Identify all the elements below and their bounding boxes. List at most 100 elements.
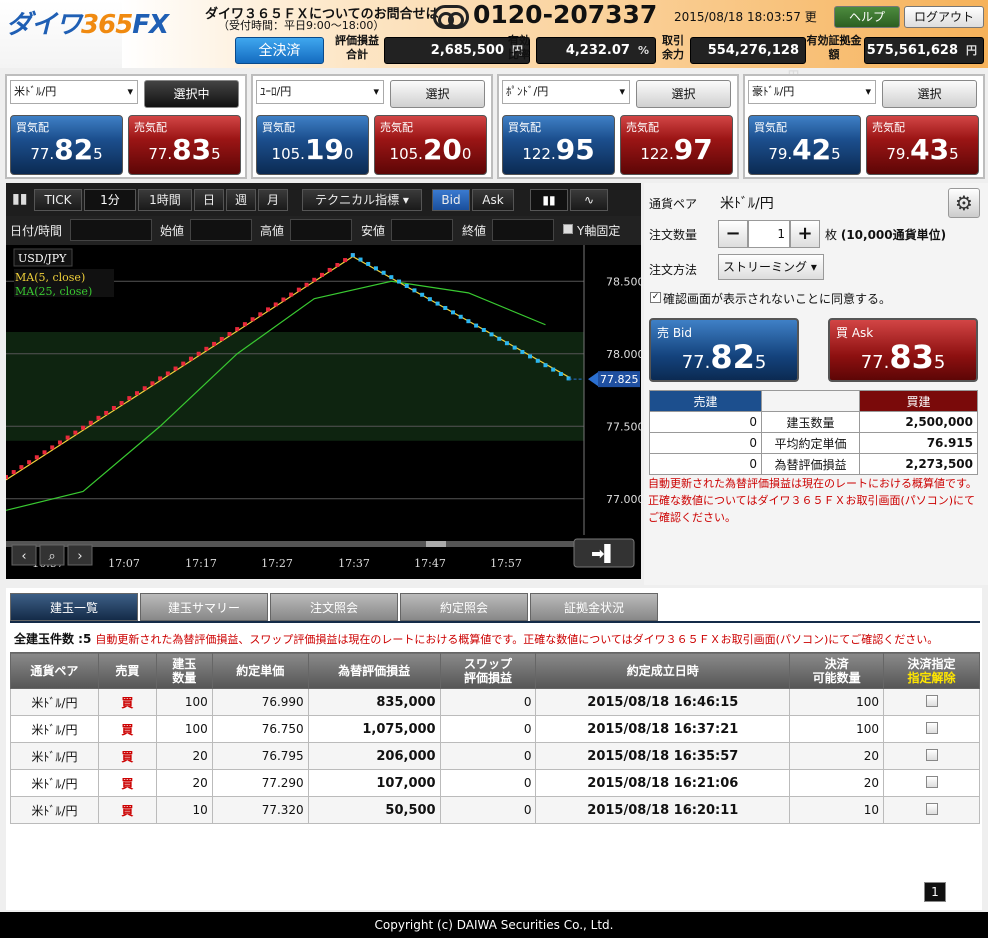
y-tick-label: 78.000 <box>606 348 641 361</box>
settle-checkbox[interactable] <box>925 748 938 761</box>
close-label: 終値 <box>462 224 487 238</box>
pair-select[interactable]: ﾎﾟﾝﾄﾞ/円 <box>502 80 630 104</box>
price-up-mark <box>289 292 294 297</box>
ask-quote-button[interactable]: 売気配 105.200 <box>374 115 487 175</box>
help-button[interactable]: ヘルプ <box>834 6 900 28</box>
settle-checkbox[interactable] <box>925 694 938 707</box>
technical-indicator-select[interactable]: テクニカル指標 ▾ <box>302 189 422 211</box>
price-down-mark <box>358 257 363 262</box>
y-axis-fix-label: Y軸固定 <box>577 224 621 238</box>
sell-bid-button[interactable]: 売 Bid 77.825 <box>649 318 799 382</box>
tab-position-summary[interactable]: 建玉サマリー <box>140 593 268 621</box>
table-cell: 10 <box>155 796 213 824</box>
settle-checkbox[interactable] <box>925 721 938 734</box>
unselect-link[interactable]: 指定解除 <box>884 671 979 685</box>
select-button[interactable]: 選択 <box>390 80 485 108</box>
price-down-mark <box>412 288 417 293</box>
bid-quote-button[interactable]: 買気配 79.425 <box>748 115 861 175</box>
bid-quote-button[interactable]: 買気配 105.190 <box>256 115 369 175</box>
low-field <box>391 219 453 241</box>
y-tick-label: 78.500 <box>606 275 641 288</box>
bid-quote-button[interactable]: 買気配 122.95 <box>502 115 615 175</box>
tab-order-inquiry[interactable]: 注文照会 <box>270 593 398 621</box>
price-down-mark <box>481 327 486 332</box>
table-cell: 0 <box>439 769 537 797</box>
price-down-mark <box>520 349 525 354</box>
table-cell: 2015/08/18 16:21:06 <box>535 769 791 797</box>
table-cell: 買 <box>97 769 157 797</box>
footer-copyright: Copyright (c) DAIWA Securities Co., Ltd. <box>0 912 988 938</box>
select-button[interactable]: 選択 <box>636 80 731 108</box>
pair-panel-eurjpy: ﾕｰﾛ/円 選択 買気配105.190 売気配105.200 <box>251 74 493 179</box>
bid-toggle[interactable]: Bid <box>432 189 470 211</box>
pair-value: 米ﾄﾞﾙ/円 <box>720 196 774 212</box>
y-axis-fix-checkbox[interactable] <box>563 224 573 234</box>
pnl-label: 評価損益合計 <box>335 34 379 61</box>
close-all-button[interactable]: 全決済 <box>235 37 324 64</box>
low-label: 安値 <box>361 224 386 238</box>
pair-select[interactable]: ﾕｰﾛ/円 <box>256 80 384 104</box>
logout-button[interactable]: ログアウト <box>904 6 984 28</box>
gear-icon[interactable]: ⚙ <box>948 188 980 218</box>
pair-select[interactable]: 豪ﾄﾞﾙ/円 <box>748 80 876 104</box>
table-cell: 835,000 <box>307 688 441 716</box>
candlestick-icon[interactable]: ▮▮ <box>530 189 568 211</box>
table-cell: 20 <box>155 769 213 797</box>
line-chart-icon[interactable]: ∿ <box>570 189 608 211</box>
current-price-arrow <box>588 372 598 387</box>
ask-quote-button[interactable]: 売気配 79.435 <box>866 115 979 175</box>
method-select[interactable]: ストリーミング ▾ <box>718 254 824 280</box>
table-cell: 2015/08/18 16:35:57 <box>535 742 791 770</box>
sell-header: 売建 <box>649 390 762 412</box>
qty-input[interactable]: 1 <box>748 220 790 248</box>
day-button[interactable]: 日 <box>194 189 224 211</box>
table-row: 米ﾄﾞﾙ/円買 100 76.750 1,075,000 0 2015/08/18 16:… <box>10 715 980 743</box>
current-price-label: 77.825 <box>600 373 639 386</box>
select-button[interactable]: 選択 <box>882 80 977 108</box>
order-panel: 通貨ペア 米ﾄﾞﾙ/円 ⚙ 注文数量 − 1 + 枚 (10,000通貨単位) … <box>644 183 988 585</box>
select-button[interactable]: 選択中 <box>144 80 239 108</box>
ask-quote-button[interactable]: 売気配 77.835 <box>128 115 241 175</box>
nav-glyph: › <box>77 549 82 564</box>
brand-logo: ダイワ365FX <box>6 10 169 40</box>
tab-execution-inquiry[interactable]: 約定照会 <box>400 593 528 621</box>
free-dial-icon <box>433 5 469 29</box>
qty-plus-button[interactable]: + <box>790 220 820 248</box>
ratio-value: 4,232.07% <box>536 37 656 64</box>
ask-toggle[interactable]: Ask <box>472 189 514 211</box>
month-button[interactable]: 月 <box>258 189 288 211</box>
table-cell: 76.990 <box>211 688 309 716</box>
price-up-mark <box>173 366 178 371</box>
price-up-mark <box>158 376 163 381</box>
page-number-button[interactable]: 1 <box>924 882 946 902</box>
settle-checkbox[interactable] <box>925 802 938 815</box>
chart-ohlc-fields: 日付/時間 始値 高値 安値 終値 Y軸固定 <box>6 218 641 244</box>
price-up-mark <box>111 405 116 410</box>
table-cell: 100 <box>789 688 885 716</box>
price-up-mark <box>235 327 240 332</box>
price-down-mark <box>528 354 533 359</box>
1min-button[interactable]: 1分 <box>84 189 136 211</box>
pair-panel-audjpy: 豪ﾄﾞﾙ/円 選択 買気配79.425 売気配79.435 <box>743 74 985 179</box>
buy-ask-button[interactable]: 買 Ask 77.835 <box>828 318 978 382</box>
tab-positions[interactable]: 建玉一覧 <box>10 593 138 621</box>
date-label: 日付/時間 <box>10 224 63 238</box>
settle-checkbox[interactable] <box>925 775 938 788</box>
chart-svg: 78.500 78.000 77.500 77.000 77.825 USD/JPY MA(… <box>4 245 645 570</box>
bid-quote-button[interactable]: 買気配 77.825 <box>10 115 123 175</box>
agree-checkbox[interactable]: ✓ <box>650 292 661 303</box>
price-up-mark <box>96 415 101 420</box>
tab-margin-status[interactable]: 証拠金状況 <box>530 593 658 621</box>
1hour-button[interactable]: 1時間 <box>138 189 192 211</box>
price-up-mark <box>119 401 124 406</box>
table-cell: 0 <box>439 796 537 824</box>
pair-select[interactable]: 米ﾄﾞﾙ/円 <box>10 80 138 104</box>
pair-panel-gbpjpy: ﾎﾟﾝﾄﾞ/円 選択 買気配122.95 売気配122.97 <box>497 74 739 179</box>
week-button[interactable]: 週 <box>226 189 256 211</box>
tick-button[interactable]: TICK <box>34 189 82 211</box>
column-header: 建玉 数量 <box>155 652 213 689</box>
price-up-mark <box>104 410 109 415</box>
ask-quote-button[interactable]: 売気配 122.97 <box>620 115 733 175</box>
qty-minus-button[interactable]: − <box>718 220 748 248</box>
price-down-mark <box>427 297 432 302</box>
